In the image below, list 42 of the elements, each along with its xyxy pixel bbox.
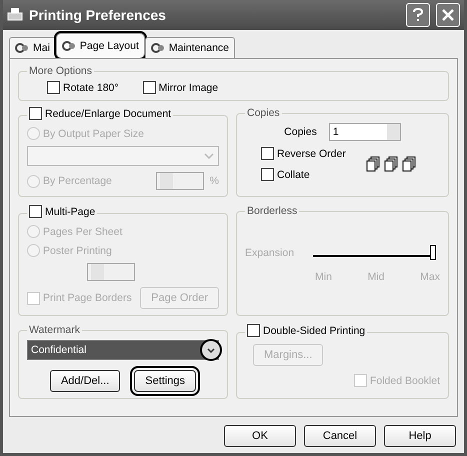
tab-icon [15, 42, 29, 54]
tab[interactable]: Maintenance [144, 37, 236, 58]
checkbox-option[interactable]: Reverse Order [261, 147, 346, 160]
checkbox[interactable] [29, 107, 42, 120]
expansion-slider[interactable] [313, 245, 436, 261]
tab[interactable]: Page Layout [56, 33, 145, 58]
dialog-button[interactable]: OK [224, 425, 296, 447]
checkbox[interactable] [247, 324, 260, 337]
tab-icon [62, 40, 76, 52]
dialog-button[interactable]: Help [384, 425, 456, 447]
tick-label: Min [315, 271, 332, 283]
window-title: Printing Preferences [29, 7, 167, 23]
checkbox[interactable] [261, 147, 274, 160]
checkbox-option[interactable]: Reduce/Enlarge Document [29, 107, 172, 120]
watermark-button[interactable]: Add/Del... [50, 370, 120, 392]
dialog-button[interactable]: Cancel [304, 425, 376, 447]
checkbox-option[interactable]: Double-Sided Printing [247, 324, 366, 337]
slider-label: Expansion [245, 247, 296, 259]
copies-label: Copies [284, 126, 317, 138]
group-title: Copies [247, 107, 280, 119]
tick-label: Max [420, 271, 440, 283]
printer-icon [7, 7, 23, 23]
checkbox-option[interactable]: Mirror Image [142, 81, 218, 94]
caret-icon [204, 153, 214, 159]
copies-spinner[interactable]: 1 [328, 123, 401, 141]
group-title: Borderless [247, 205, 298, 217]
tab-icon [150, 42, 165, 54]
checkbox-option[interactable]: Rotate 180° [47, 81, 119, 94]
tick-label: Mid [368, 271, 384, 283]
checkbox[interactable] [142, 81, 156, 94]
checkbox-option[interactable]: Multi-Page [29, 205, 96, 218]
help-icon[interactable] [406, 3, 430, 27]
checkbox[interactable] [261, 168, 274, 181]
close-icon[interactable] [436, 3, 460, 27]
group-title: More Options [29, 65, 92, 77]
checkbox-option[interactable]: Collate [261, 168, 346, 181]
percent-unit: % [210, 175, 219, 187]
checkbox[interactable] [47, 81, 60, 94]
group-title: Watermark [29, 324, 80, 336]
checkbox[interactable] [29, 205, 42, 218]
tab[interactable]: Mai [9, 37, 56, 58]
watermark-dropdown[interactable]: Confidential [27, 340, 219, 360]
